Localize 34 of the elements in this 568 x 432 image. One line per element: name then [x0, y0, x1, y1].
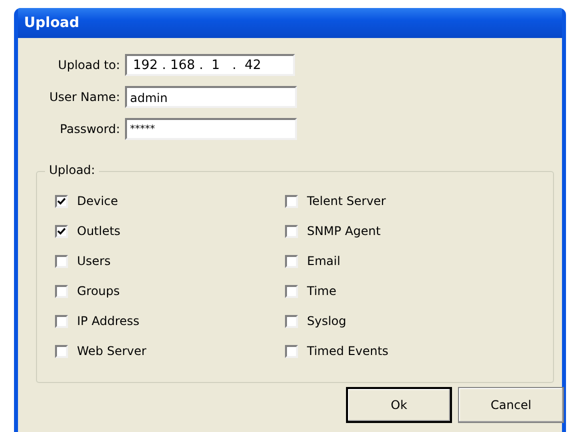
checkbox[interactable] — [55, 284, 68, 298]
field-label: Upload to: — [57, 58, 121, 72]
checkbox[interactable] — [55, 194, 68, 208]
checkbox-label: SNMP Agent — [307, 224, 381, 238]
checkbox[interactable] — [55, 224, 68, 238]
password-field[interactable]: ***** — [125, 118, 297, 140]
checkbox[interactable] — [55, 344, 68, 358]
input-field[interactable]: admin — [125, 86, 297, 108]
checkbox-label: Web Server — [77, 344, 146, 358]
checkbox[interactable] — [285, 314, 298, 328]
checkbox-label: IP Address — [77, 314, 140, 328]
checkbox[interactable] — [55, 254, 68, 268]
field-label: Password: — [58, 122, 121, 136]
checkbox[interactable] — [285, 194, 298, 208]
checkbox-label: Syslog — [307, 314, 346, 328]
ip-address-field[interactable]: 192 . 168 . 1 . 42 — [125, 54, 295, 76]
checkbox[interactable] — [285, 254, 298, 268]
checkbox[interactable] — [285, 284, 298, 298]
field-label: User Name: — [48, 90, 121, 104]
checkbox-label: Telent Server — [307, 194, 386, 208]
cancel-button[interactable]: Cancel — [458, 387, 564, 423]
checkbox-label: Device — [77, 194, 118, 208]
checkbox-label: Timed Events — [307, 344, 388, 358]
checkbox-label: Email — [307, 254, 340, 268]
checkbox-label: Groups — [77, 284, 120, 298]
group-title: Upload: — [45, 163, 100, 177]
window-title: Upload — [24, 15, 80, 31]
checkbox[interactable] — [285, 224, 298, 238]
checkbox-label: Outlets — [77, 224, 120, 238]
ok-button[interactable]: Ok — [346, 387, 452, 423]
checkbox-label: Users — [77, 254, 111, 268]
checkbox[interactable] — [55, 314, 68, 328]
checkbox-label: Time — [307, 284, 336, 298]
checkbox[interactable] — [285, 344, 298, 358]
